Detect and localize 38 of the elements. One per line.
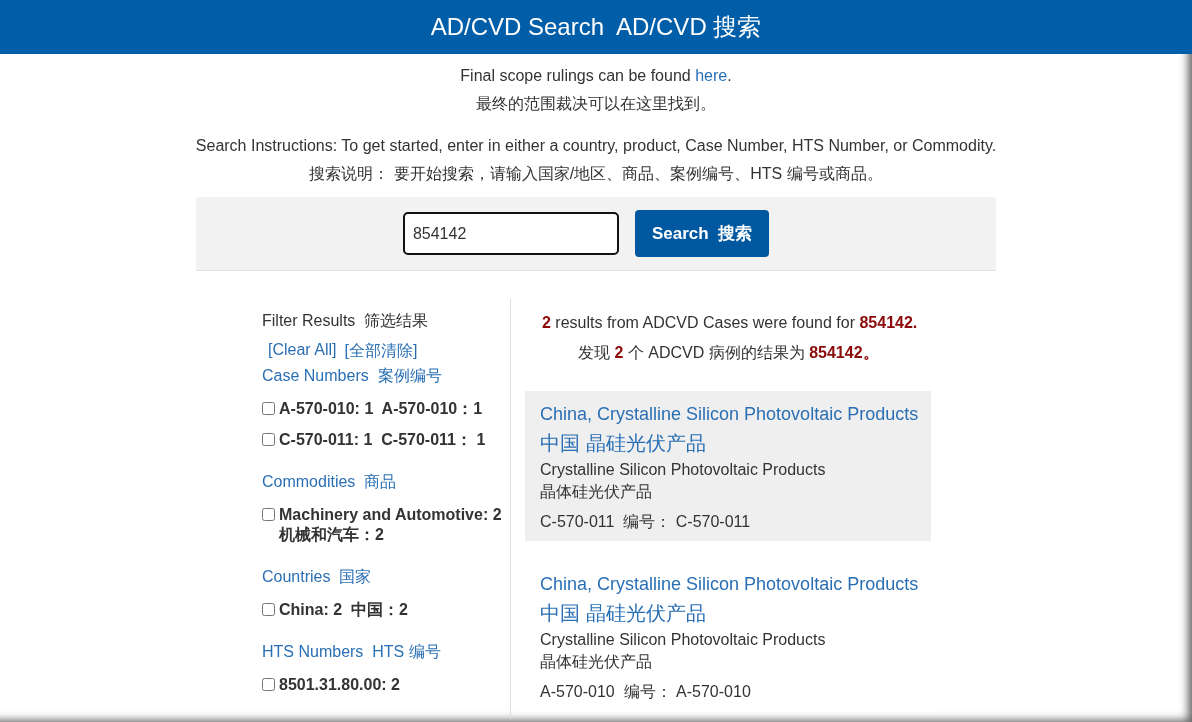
- search-instructions-chinese: 搜索说明： 要开始搜索，请输入国家/地区、商品、案例编号、HTS 编号或商品。: [308, 164, 884, 184]
- search-instructions: Search Instructions: To get started, enter in either a country, product, Case Number, HTS Number, or Commodity.: [194, 137, 998, 155]
- filter-group-heading: Case Numbers 案例编号: [262, 366, 443, 386]
- results-summary-chinese: 发现 2 个 ADCVD 病例的结果为 854142。: [577, 343, 880, 363]
- result-subtitle-chinese: 晶体硅光伏产品: [540, 482, 653, 502]
- result-title-chinese-link[interactable]: 中国 晶硅光伏产品: [540, 599, 916, 627]
- checkbox[interactable]: [262, 433, 275, 446]
- checkbox[interactable]: [262, 678, 275, 691]
- result-title-link[interactable]: China, Crystalline Silicon Photovoltaic Products: [540, 400, 916, 429]
- filter-option-label: 8501.31.80.00: 2: [279, 675, 400, 695]
- clear-all-link[interactable]: [Clear All]: [268, 341, 337, 362]
- result-subtitle: Crystalline Silicon Photovoltaic Products: [540, 630, 827, 650]
- filter-group-heading: Commodities 商品: [262, 472, 398, 492]
- filter-option-label: Machinery and Automotive: 2 机械和汽车：2: [279, 505, 503, 545]
- checkbox[interactable]: [262, 603, 275, 616]
- result-title-link[interactable]: China, Crystalline Silicon Photovoltaic Products: [540, 570, 916, 599]
- filter-option-label: China: 2 中国：2: [279, 600, 408, 620]
- result-title-chinese-link[interactable]: 中国 晶硅光伏产品: [540, 429, 916, 457]
- scope-note: Final scope rulings can be found here.: [459, 67, 733, 85]
- case-number: A-570-010 编号： A-570-010: [540, 682, 752, 702]
- scope-note-chinese: 最终的范围裁决可以在这里找到。: [475, 94, 717, 114]
- filter-option-label: A-570-010: 1 A-570-010：1: [279, 399, 483, 419]
- filter-results-title: Filter Results 筛选结果: [262, 311, 430, 331]
- here-link[interactable]: here: [695, 67, 728, 84]
- filter-group-heading: Countries 国家: [262, 567, 373, 587]
- checkbox[interactable]: [262, 402, 275, 415]
- search-field[interactable]: 854142: [402, 212, 619, 255]
- results-summary: 2 results from ADCVD Cases were found for 854142.: [541, 314, 919, 332]
- result-card[interactable]: China, Crystalline Silicon Photovoltaic Products 中国 晶硅光伏产品 Crystalline Silicon Photovoltaic Products 晶体硅光伏产品 C-570-011 编号： C-570-011: [525, 391, 931, 541]
- search-button[interactable]: Search 搜索: [634, 210, 770, 257]
- checkbox[interactable]: [262, 508, 275, 521]
- clear-all-link[interactable]: [全部清除]: [344, 341, 418, 362]
- page-header: AD/CVD Search AD/CVD 搜索: [0, 0, 1192, 54]
- result-subtitle: Crystalline Silicon Photovoltaic Products: [540, 460, 827, 480]
- result-subtitle-chinese: 晶体硅光伏产品: [540, 652, 653, 672]
- case-number: C-570-011 编号： C-570-011: [540, 512, 752, 532]
- filter-group-heading: HTS Numbers HTS 编号: [262, 642, 442, 662]
- filter-option-label: C-570-011: 1 C-570-011： 1: [279, 430, 486, 450]
